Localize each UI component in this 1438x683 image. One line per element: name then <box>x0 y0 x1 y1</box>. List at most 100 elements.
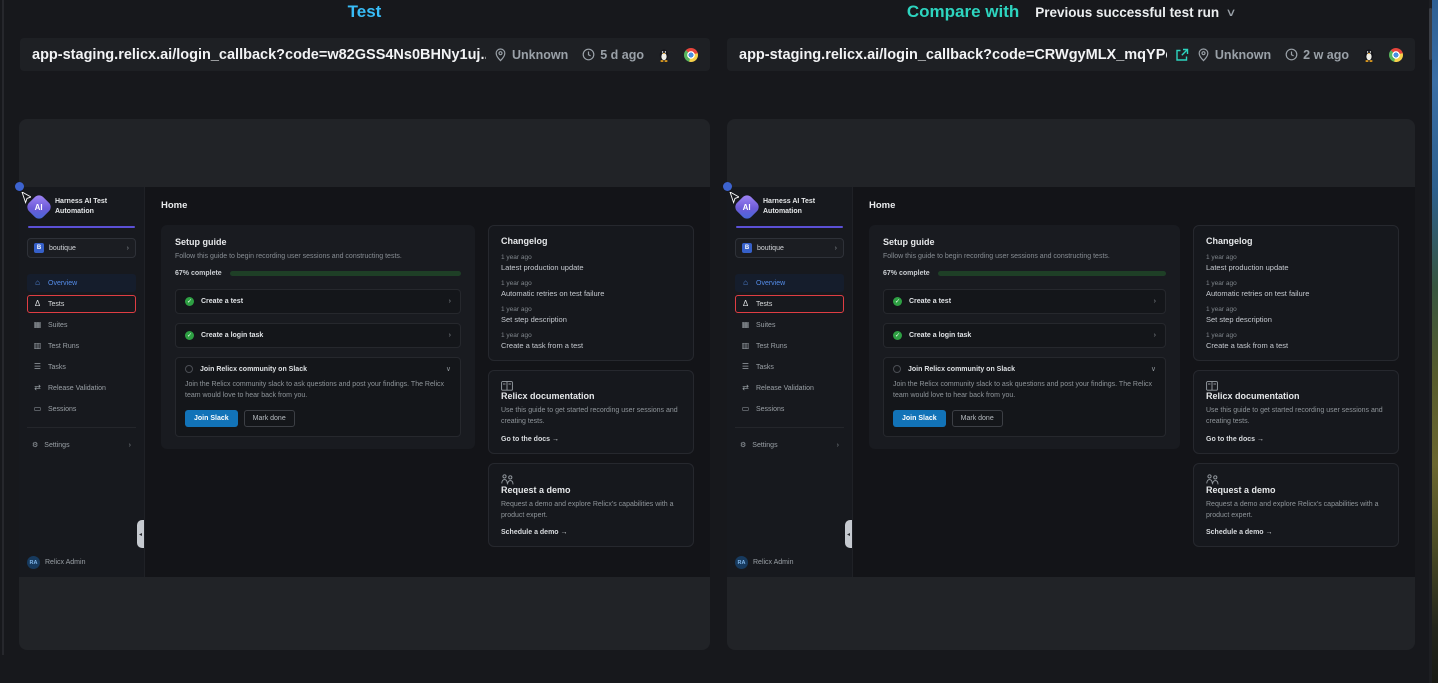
sidebar-nav-item[interactable]: ⌂ Overview <box>27 274 136 292</box>
gear-icon: ⚙ <box>32 441 38 449</box>
setup-step-row[interactable]: ✓ Create a test › <box>175 289 461 314</box>
sidebar-nav-item[interactable]: ▭ Sessions <box>27 400 136 418</box>
brand-divider <box>736 226 843 228</box>
sidebar-nav-item[interactable]: ⇄ Release Validation <box>27 379 136 397</box>
sidebar-nav-item[interactable]: ▦ Suites <box>27 316 136 334</box>
request-demo-description: Request a demo and explore Relicx's capa… <box>1206 500 1386 522</box>
documentation-card: Relicx documentation Use this guide to g… <box>488 370 694 454</box>
url-bar-compare[interactable]: app-staging.relicx.ai/login_callback?cod… <box>727 38 1415 71</box>
clock-icon <box>582 48 595 61</box>
hierarchy-icon: ⇄ <box>741 384 750 392</box>
page-title: Home <box>161 200 694 211</box>
changelog-text: Automatic retries on test failure <box>1206 289 1386 298</box>
setup-guide-title: Setup guide <box>175 237 461 247</box>
sidebar-nav-item[interactable]: ▥ Test Runs <box>27 337 136 355</box>
sidebar-collapse-handle[interactable]: ◂ <box>137 520 144 548</box>
join-slack-button[interactable]: Join Slack <box>185 410 238 427</box>
chrome-icon <box>1389 48 1403 62</box>
desktop-wallpaper-strip <box>1432 0 1438 683</box>
sidebar-nav-item[interactable]: ☰ Tasks <box>27 358 136 376</box>
sidebar-nav-item[interactable]: Δ Tests <box>27 295 136 313</box>
compare-with-title: Compare with <box>907 2 1019 22</box>
grid-icon: ▦ <box>741 321 750 329</box>
changelog-time: 1 year ago <box>1206 306 1386 313</box>
nav-label: Sessions <box>48 406 76 413</box>
unchecked-circle-icon <box>893 365 901 373</box>
sidebar-nav-item[interactable]: ⌂ Overview <box>735 274 844 292</box>
nav-label: Overview <box>48 280 77 287</box>
setup-step-row[interactable]: ✓ Create a test › <box>883 289 1166 314</box>
nav-label: Tests <box>48 301 64 308</box>
sidebar-nav-item[interactable]: ☰ Tasks <box>735 358 844 376</box>
app-screenshot: AI Harness AI TestAutomation B boutique … <box>19 187 710 577</box>
grid-icon: ▦ <box>33 321 42 329</box>
setup-guide-description: Follow this guide to begin recording use… <box>883 253 1166 260</box>
project-selector[interactable]: B boutique › <box>27 238 136 258</box>
nav-label: Test Runs <box>48 343 79 350</box>
sidebar-divider <box>27 427 136 428</box>
sidebar-collapse-handle[interactable]: ◂ <box>845 520 852 548</box>
sidebar-user[interactable]: RA Relicx Admin <box>735 556 844 569</box>
slack-step-header[interactable]: Join Relicx community on Slack ∨ <box>893 365 1156 373</box>
url-bar-test[interactable]: app-staging.relicx.ai/login_callback?cod… <box>20 38 710 71</box>
age-meta: 5 d ago <box>582 48 644 62</box>
page-title: Home <box>869 200 1399 211</box>
sidebar-nav-item[interactable]: ▭ Sessions <box>735 400 844 418</box>
video-icon: ▭ <box>741 405 750 413</box>
project-selector[interactable]: B boutique › <box>735 238 844 258</box>
slack-step-header[interactable]: Join Relicx community on Slack ∨ <box>185 365 451 373</box>
sidebar-nav-item[interactable]: ⇄ Release Validation <box>735 379 844 397</box>
setup-progress: 67% complete <box>175 270 461 277</box>
setup-guide-card: Setup guide Follow this guide to begin r… <box>161 225 475 449</box>
schedule-demo-link[interactable]: Schedule a demo → <box>1206 529 1386 536</box>
schedule-demo-link[interactable]: Schedule a demo → <box>501 529 681 536</box>
settings-label: Settings <box>44 442 69 449</box>
app-main: Home Setup guide Follow this guide to be… <box>145 187 710 577</box>
chevron-right-icon: › <box>1154 298 1156 305</box>
mark-done-button[interactable]: Mark done <box>952 410 1003 427</box>
project-name: boutique <box>49 245 76 252</box>
location-meta: Unknown <box>1197 48 1271 62</box>
changelog-entry: 1 year ago Automatic retries on test fai… <box>1206 280 1386 298</box>
progress-bar <box>230 271 461 276</box>
external-link-icon[interactable] <box>1175 48 1189 62</box>
setup-step-row[interactable]: ✓ Create a login task › <box>175 323 461 348</box>
changelog-entry: 1 year ago Create a task from a test <box>1206 332 1386 350</box>
sidebar-nav: ⌂ Overview Δ Tests ▦ Suites ▥ <box>27 274 136 418</box>
sidebar-nav-item[interactable]: ▦ Suites <box>735 316 844 334</box>
brand: AI Harness AI TestAutomation <box>735 197 844 217</box>
setup-step-row[interactable]: ✓ Create a login task › <box>883 323 1166 348</box>
sidebar-divider <box>735 427 844 428</box>
changelog-title: Changelog <box>1206 236 1386 246</box>
nav-label: Release Validation <box>48 385 106 392</box>
cursor-icon <box>729 192 739 204</box>
nav-label: Test Runs <box>756 343 787 350</box>
sidebar-nav: ⌂ Overview Δ Tests ▦ Suites ▥ <box>735 274 844 418</box>
cursor-icon <box>21 192 31 204</box>
changelog-text: Set step description <box>1206 315 1386 324</box>
check-circle-icon: ✓ <box>185 297 194 306</box>
app-sidebar: AI Harness AI TestAutomation B boutique … <box>727 187 853 577</box>
list-icon: ☰ <box>741 363 750 371</box>
test-screenshot-panel: AI Harness AI TestAutomation B boutique … <box>19 119 710 650</box>
sidebar-item-settings[interactable]: ⚙ Settings › <box>735 437 844 453</box>
mark-done-button[interactable]: Mark done <box>244 410 295 427</box>
request-demo-description: Request a demo and explore Relicx's capa… <box>501 500 681 522</box>
compare-run-selector[interactable]: Previous successful test run ∨ <box>1035 5 1235 20</box>
setup-guide-title: Setup guide <box>883 237 1166 247</box>
project-name: boutique <box>757 245 784 252</box>
sidebar-nav-item[interactable]: ▥ Test Runs <box>735 337 844 355</box>
clock-icon <box>1285 48 1298 61</box>
chevron-right-icon: › <box>449 332 451 339</box>
sidebar-item-settings[interactable]: ⚙ Settings › <box>27 437 136 453</box>
join-slack-button[interactable]: Join Slack <box>893 410 946 427</box>
slack-step-label: Join Relicx community on Slack <box>908 366 1015 373</box>
go-to-docs-link[interactable]: Go to the docs → <box>1206 436 1386 443</box>
nav-label: Tasks <box>756 364 774 371</box>
columns-icon: ▥ <box>741 342 750 350</box>
sidebar-user[interactable]: RA Relicx Admin <box>27 556 136 569</box>
setup-step-slack: Join Relicx community on Slack ∨ Join th… <box>175 357 461 437</box>
go-to-docs-link[interactable]: Go to the docs → <box>501 436 681 443</box>
sidebar-nav-item[interactable]: Δ Tests <box>735 295 844 313</box>
chevron-right-icon: › <box>449 298 451 305</box>
